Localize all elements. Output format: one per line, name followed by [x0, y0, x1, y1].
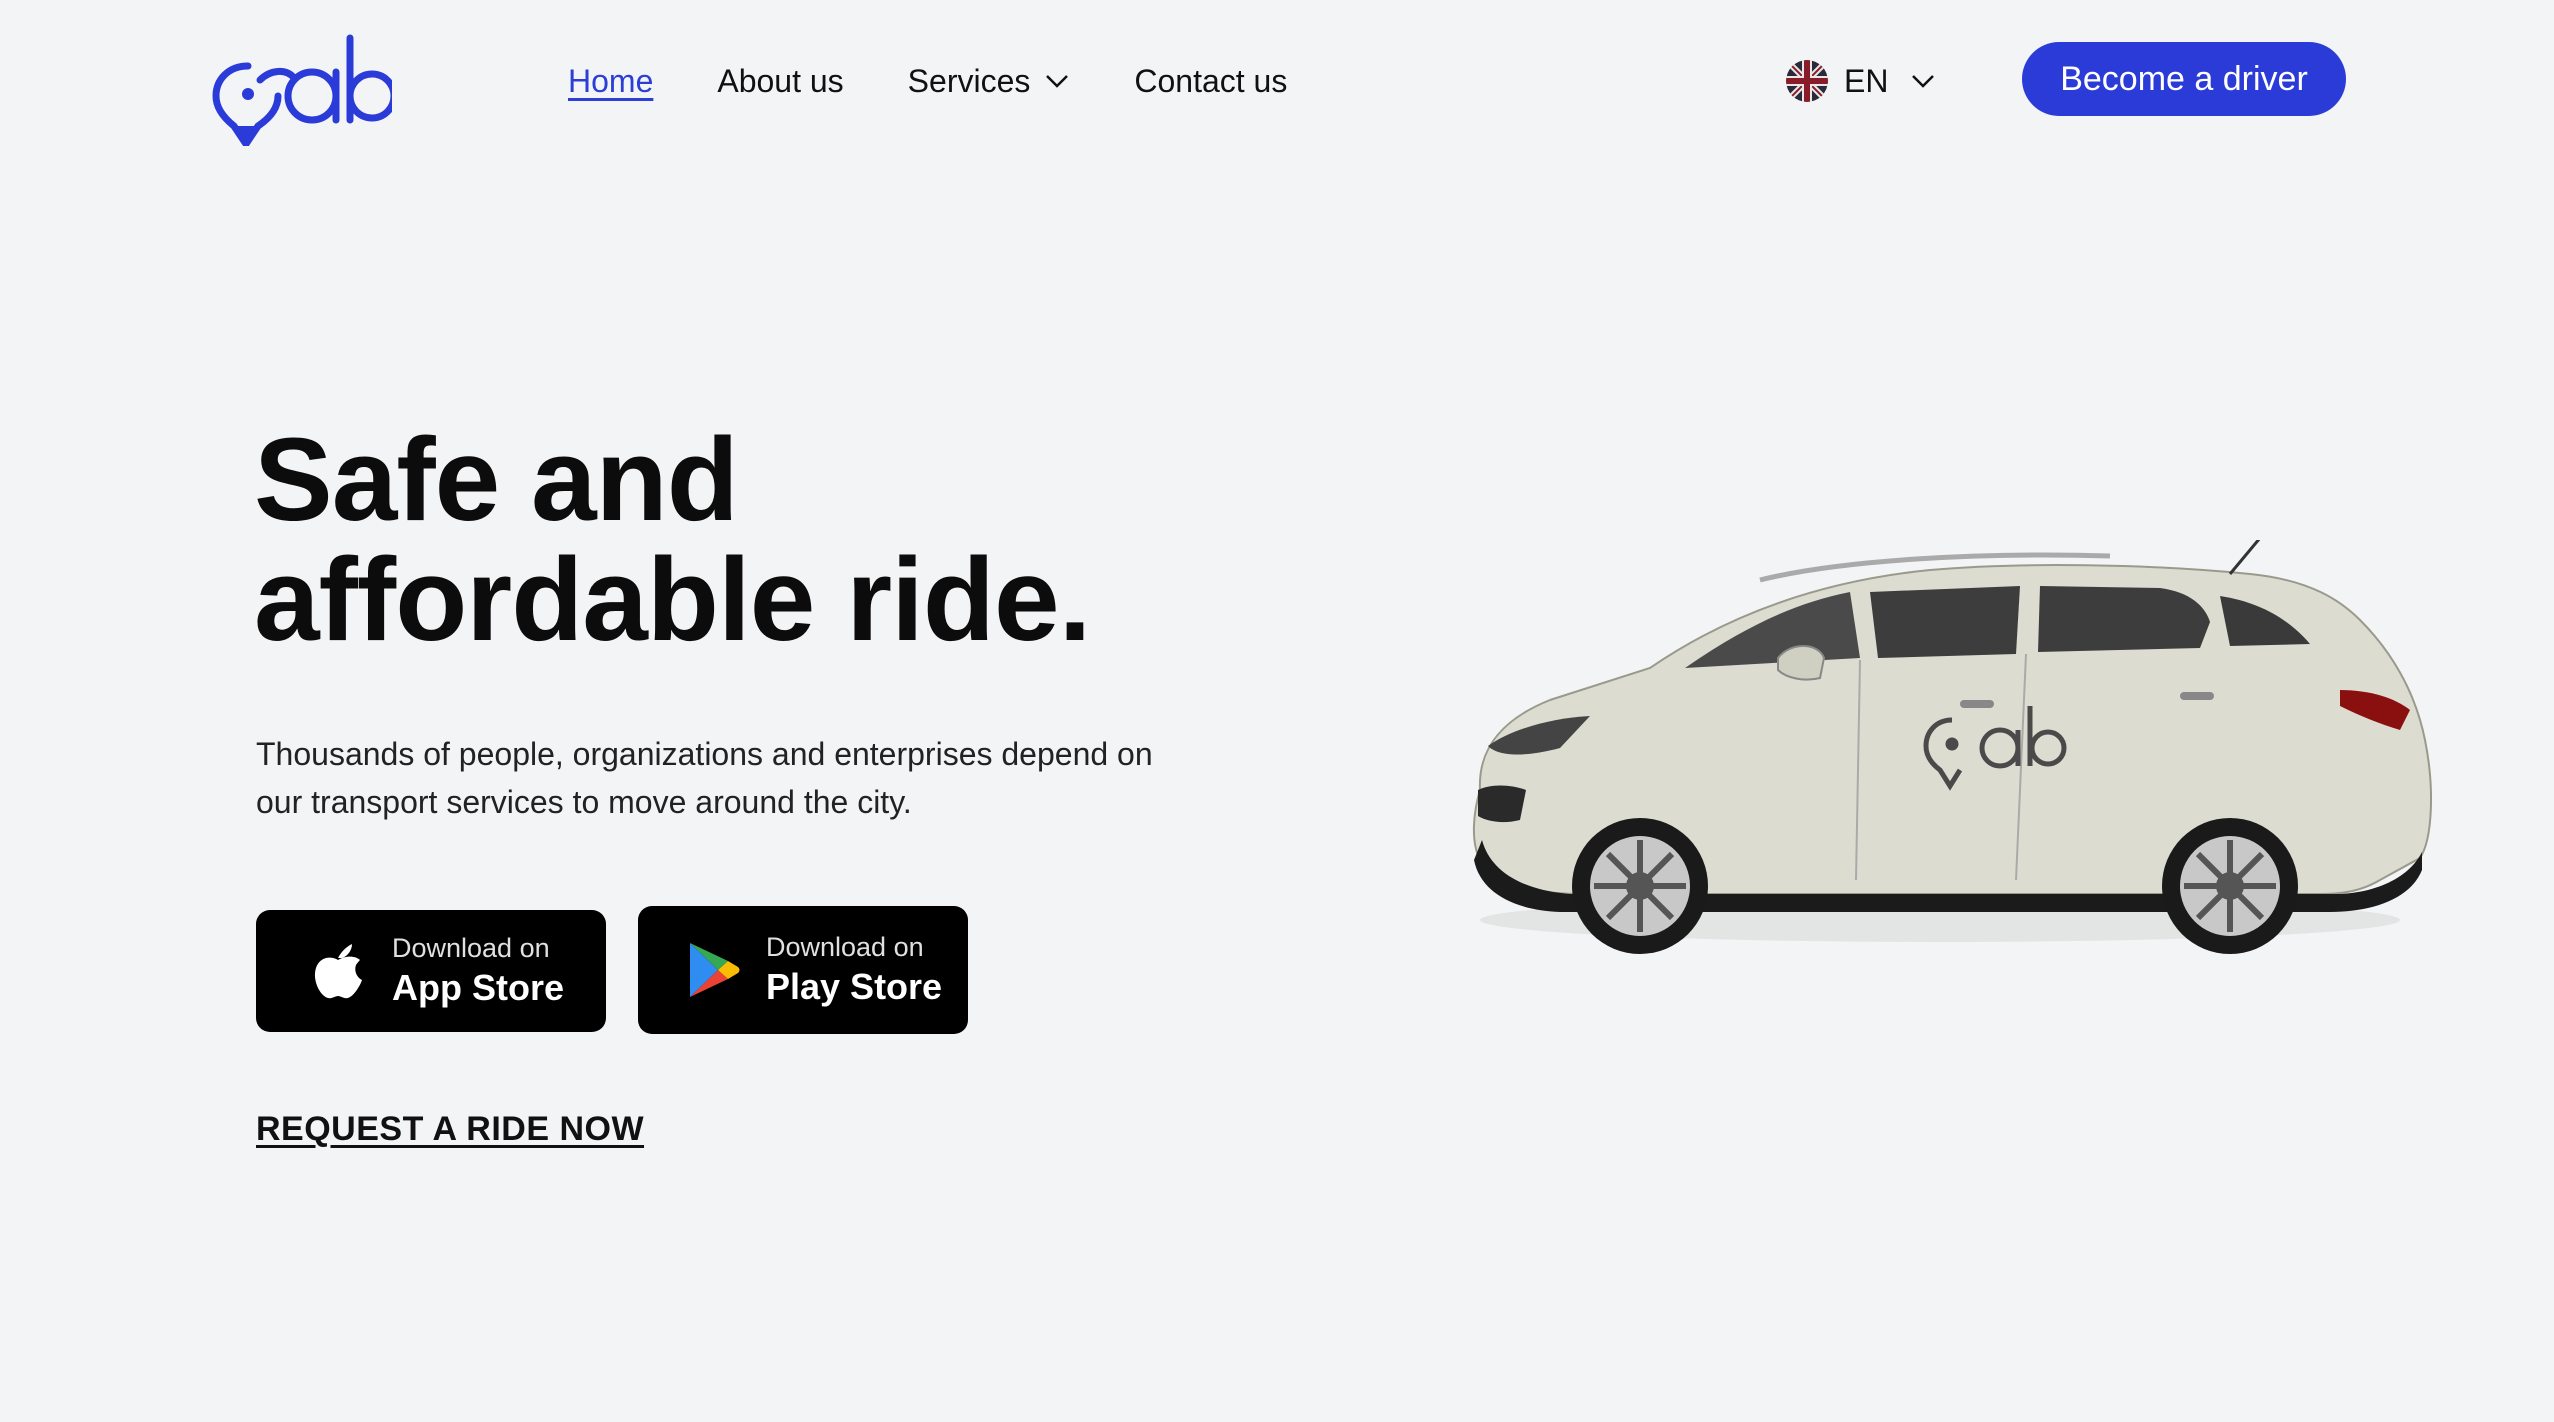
nav-about-us[interactable]: About us — [717, 63, 843, 100]
chevron-down-icon — [1046, 75, 1069, 88]
play-store-label: Play Store — [766, 966, 943, 1007]
nav-home[interactable]: Home — [568, 63, 653, 100]
app-store-button[interactable]: Download on App Store — [256, 910, 606, 1032]
app-store-text: Download on App Store — [392, 931, 564, 1011]
hero-title: Safe and affordable ride. — [254, 420, 1454, 660]
main-nav: Home About us Services Contact us — [568, 58, 1351, 104]
play-store-icon — [690, 943, 740, 997]
app-store-small-label: Download on — [392, 933, 550, 963]
request-ride-link[interactable]: REQUEST A RIDE NOW — [256, 1110, 644, 1149]
apple-icon — [314, 944, 362, 999]
nav-contact-us[interactable]: Contact us — [1134, 63, 1287, 100]
page: Home About us Services Contact us EN Bec — [0, 0, 2554, 1422]
uk-flag-icon — [1786, 60, 1828, 102]
chevron-down-icon — [1912, 75, 1935, 88]
language-code: EN — [1844, 62, 1889, 99]
nav-services[interactable]: Services — [908, 63, 1071, 100]
app-store-label: App Store — [392, 967, 565, 1008]
become-driver-button[interactable]: Become a driver — [2022, 42, 2346, 116]
play-store-small-label: Download on — [766, 932, 924, 962]
hero-title-line-2: affordable ride. — [254, 534, 1091, 666]
gab-logo[interactable] — [212, 30, 392, 146]
hero-description: Thousands of people, organizations and e… — [256, 736, 1153, 820]
nav-services-label: Services — [907, 62, 1031, 99]
play-store-text: Download on Play Store — [766, 930, 942, 1010]
hero-title-line-1: Safe and — [254, 414, 739, 546]
car-image — [1472, 540, 2432, 954]
language-selector[interactable]: EN — [1786, 56, 1936, 106]
play-store-button[interactable]: Download on Play Store — [638, 906, 968, 1034]
